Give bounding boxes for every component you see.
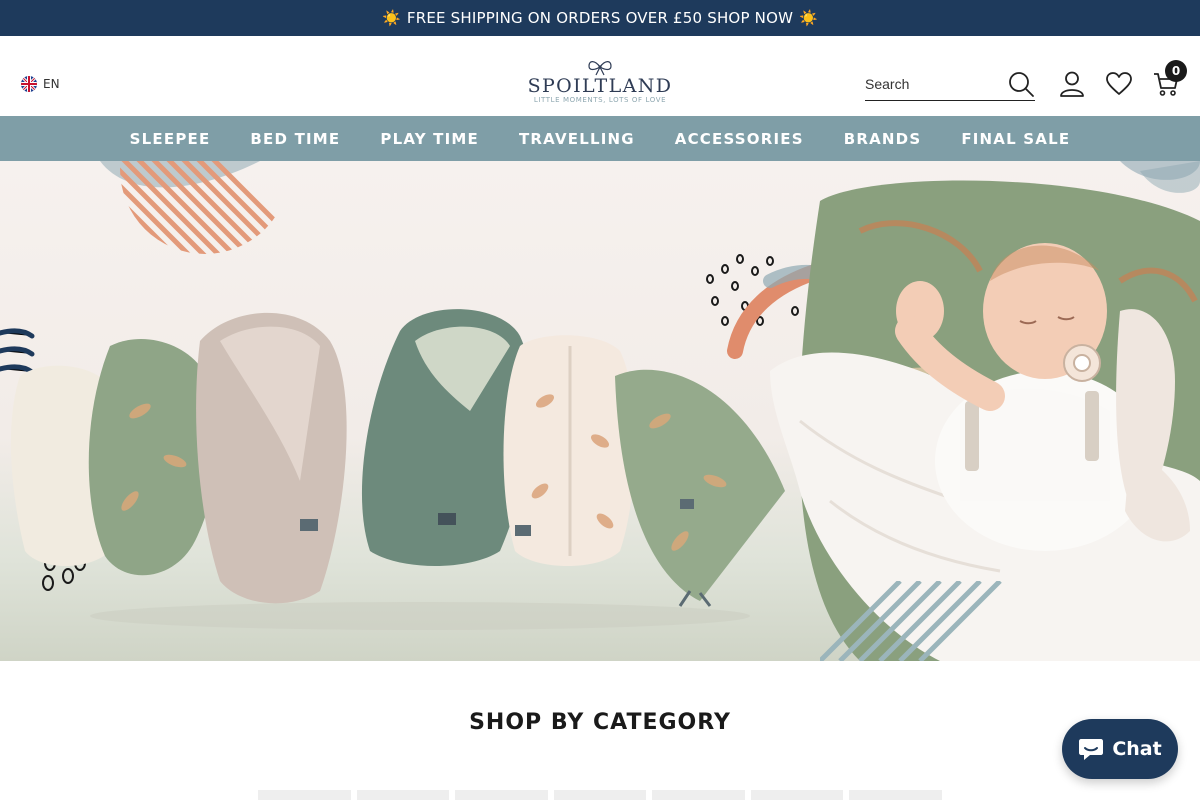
search-icon[interactable] [1007, 70, 1035, 98]
nav-item-bed-time[interactable]: BED TIME [250, 130, 340, 148]
nav-item-final-sale[interactable]: FINAL SALE [961, 130, 1070, 148]
nav-item-play-time[interactable]: PLAY TIME [380, 130, 479, 148]
main-navigation: SLEEPEE BED TIME PLAY TIME TRAVELLING AC… [0, 116, 1200, 161]
category-tile[interactable] [455, 790, 548, 800]
chat-bubble-icon [1079, 739, 1104, 760]
section-title-shop-by-category: SHOP BY CATEGORY [469, 710, 731, 735]
announcement-bar[interactable]: ☀️ FREE SHIPPING ON ORDERS OVER £50 SHOP… [0, 0, 1200, 36]
nav-item-brands[interactable]: BRANDS [844, 130, 922, 148]
category-strip [258, 790, 943, 800]
bow-logo-icon [588, 61, 612, 76]
search-bar[interactable] [865, 68, 1035, 101]
nav-item-sleepee[interactable]: SLEEPEE [130, 130, 211, 148]
nav-item-travelling[interactable]: TRAVELLING [519, 130, 635, 148]
category-tile[interactable] [356, 790, 450, 800]
language-label: EN [43, 77, 60, 91]
site-logo[interactable]: SPOILTLAND LITTLE MOMENTS, LOTS OF LOVE [527, 58, 673, 108]
wishlist-icon[interactable] [1105, 70, 1133, 98]
category-tile[interactable] [553, 790, 647, 800]
sun-icon: ☀️ [381, 9, 401, 27]
chat-label: Chat [1112, 738, 1162, 760]
category-tile[interactable] [750, 790, 844, 800]
logo-tagline: LITTLE MOMENTS, LOTS OF LOVE [533, 96, 667, 104]
chat-button[interactable]: Chat [1062, 719, 1178, 779]
logo-brand-text: SPOILTLAND [527, 75, 673, 97]
nav-item-accessories[interactable]: ACCESSORIES [675, 130, 804, 148]
site-header: EN SPOILTLAND LITTLE MOMENTS, LOTS OF LO… [0, 36, 1200, 116]
sun-icon: ☀️ [799, 9, 819, 27]
hero-banner[interactable] [0, 161, 1200, 661]
search-input[interactable] [865, 68, 1000, 100]
category-tile[interactable] [849, 790, 943, 800]
announcement-text[interactable]: FREE SHIPPING ON ORDERS OVER £50 SHOP NO… [407, 9, 793, 27]
uk-flag-icon [21, 76, 37, 92]
cart-count-badge[interactable]: 0 [1165, 60, 1187, 82]
category-tile[interactable] [258, 790, 351, 800]
language-selector[interactable]: EN [21, 76, 60, 92]
category-tile[interactable] [652, 790, 745, 800]
account-icon[interactable] [1058, 70, 1086, 98]
hero-banner-illustration [0, 161, 1200, 661]
